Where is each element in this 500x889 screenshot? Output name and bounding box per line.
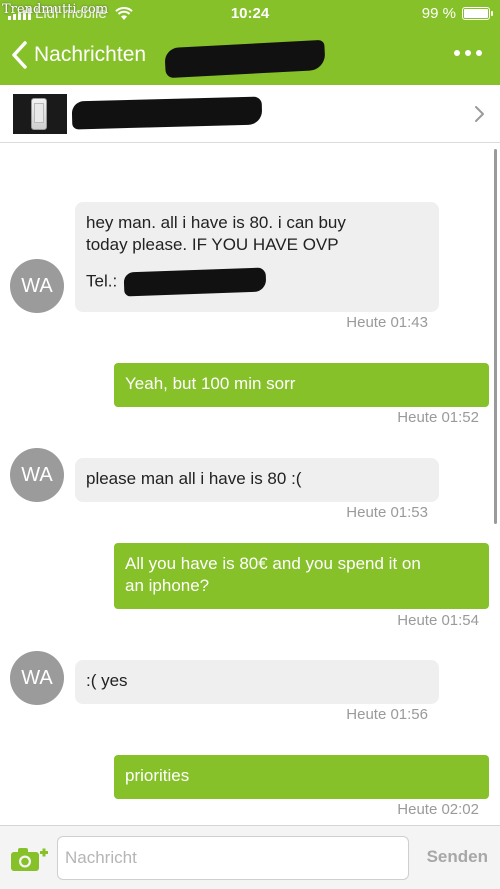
redacted-contact-name: [164, 39, 326, 79]
message-text: priorities: [125, 766, 190, 785]
listing-thumbnail: [13, 94, 67, 134]
message-timestamp: Heute 01:52: [397, 409, 479, 426]
message-input[interactable]: [57, 836, 409, 880]
outgoing-message-bubble: Yeah, but 100 min sorr: [114, 363, 489, 407]
battery-percent: 99 %: [421, 5, 456, 22]
message-text: please man all i have is 80 :(: [86, 469, 302, 488]
phone-line: Tel.:: [86, 267, 429, 297]
avatar[interactable]: WA: [10, 448, 64, 502]
more-icon[interactable]: [454, 50, 482, 56]
message-text: Yeah, but 100 min sorr: [125, 374, 296, 393]
scrollbar[interactable]: [494, 149, 497, 524]
back-button[interactable]: Nachrichten: [10, 40, 146, 70]
listing-header[interactable]: [0, 85, 500, 143]
watermark: Trendmutti.com: [2, 2, 109, 17]
incoming-message-bubble: hey man. all i have is 80. i can buy tod…: [75, 202, 439, 312]
battery-status: 99 %: [421, 5, 493, 22]
message-text: hey man. all i have is 80. i can buy: [86, 213, 346, 232]
incoming-message-bubble: :( yes: [75, 660, 439, 704]
battery-icon: [462, 7, 493, 20]
message-timestamp: Heute 01:56: [346, 706, 428, 723]
avatar[interactable]: WA: [10, 259, 64, 313]
redacted-phone-number: [123, 267, 267, 297]
outgoing-message-bubble: priorities: [114, 755, 489, 799]
chevron-right-icon: [475, 106, 484, 122]
message-timestamp: Heute 01:43: [346, 314, 428, 331]
message-timestamp: Heute 01:54: [397, 612, 479, 629]
outgoing-message-bubble: All you have is 80€ and you spend it on …: [114, 543, 489, 609]
message-text: :( yes: [86, 671, 128, 690]
message-text: an iphone?: [125, 576, 210, 595]
camera-add-icon[interactable]: [10, 845, 50, 873]
avatar[interactable]: WA: [10, 651, 64, 705]
nav-bar: Nachrichten: [0, 30, 500, 85]
send-button[interactable]: Senden: [427, 847, 488, 867]
redacted-listing-title: [71, 96, 263, 130]
composer-bar: Senden: [0, 825, 500, 889]
chat-area[interactable]: WA hey man. all i have is 80. i can buy …: [0, 144, 500, 825]
back-chevron-icon: [12, 41, 27, 69]
message-timestamp: Heute 02:02: [397, 801, 479, 818]
message-text: All you have is 80€ and you spend it on: [125, 554, 421, 573]
tel-label: Tel.:: [86, 271, 118, 291]
message-text: today please. IF YOU HAVE OVP: [86, 235, 339, 254]
message-timestamp: Heute 01:53: [346, 504, 428, 521]
incoming-message-bubble: please man all i have is 80 :(: [75, 458, 439, 502]
back-label: Nachrichten: [34, 43, 147, 66]
